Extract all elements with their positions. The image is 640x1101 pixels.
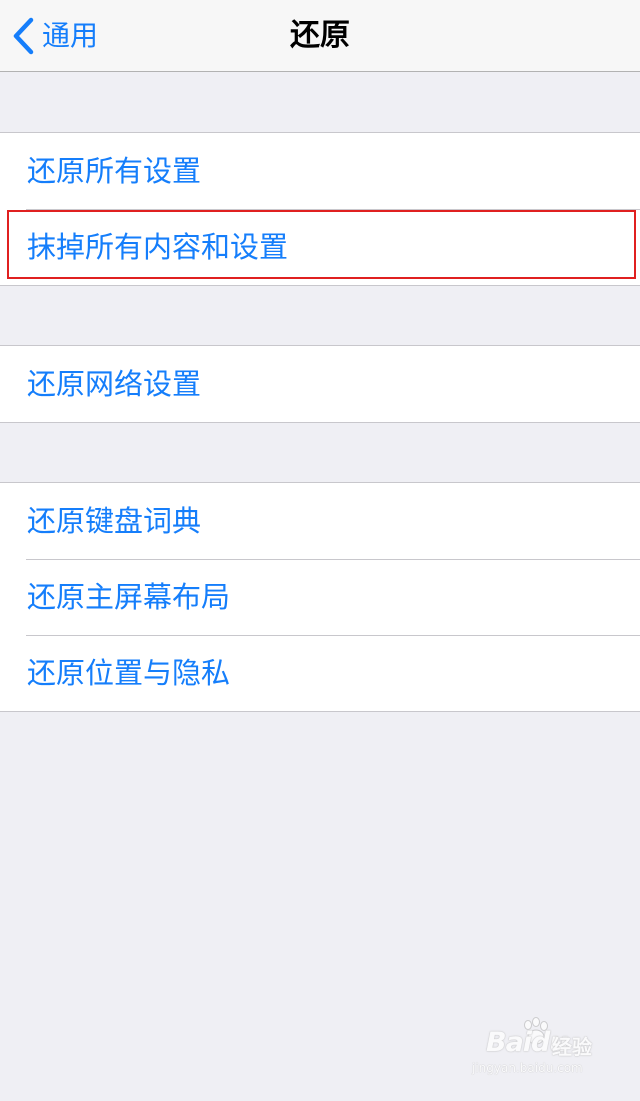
settings-group-2: 还原网络设置 (0, 345, 640, 423)
erase-all-content-cell[interactable]: 抹掉所有内容和设置 (0, 209, 640, 285)
reset-all-settings-label: 还原所有设置 (27, 154, 202, 188)
paw-icon (520, 1017, 550, 1051)
reset-keyboard-dictionary-cell[interactable]: 还原键盘词典 (0, 483, 640, 559)
settings-group-1: 还原所有设置 抹掉所有内容和设置 (0, 132, 640, 286)
navigation-bar: 通用 还原 (0, 0, 640, 72)
reset-home-screen-layout-label: 还原主屏幕布局 (27, 580, 231, 614)
reset-home-screen-layout-cell[interactable]: 还原主屏幕布局 (0, 559, 640, 635)
reset-location-privacy-label: 还原位置与隐私 (27, 656, 231, 690)
watermark-brand: Baidu (486, 1027, 569, 1058)
back-button[interactable]: 通用 (12, 14, 98, 58)
reset-network-settings-label: 还原网络设置 (27, 367, 202, 401)
reset-network-settings-cell[interactable]: 还原网络设置 (0, 346, 640, 422)
reset-location-privacy-cell[interactable]: 还原位置与隐私 (0, 635, 640, 711)
reset-all-settings-cell[interactable]: 还原所有设置 (0, 133, 640, 209)
chevron-left-icon (12, 17, 34, 55)
watermark: Baidu 经验 jingyan.baidu.com (472, 1017, 606, 1083)
reset-keyboard-dictionary-label: 还原键盘词典 (27, 504, 202, 538)
watermark-url: jingyan.baidu.com (472, 1061, 583, 1075)
watermark-suffix: 经验 (552, 1035, 592, 1059)
settings-group-3: 还原键盘词典 还原主屏幕布局 还原位置与隐私 (0, 482, 640, 712)
back-button-label: 通用 (42, 19, 99, 52)
erase-all-content-label: 抹掉所有内容和设置 (27, 230, 289, 264)
